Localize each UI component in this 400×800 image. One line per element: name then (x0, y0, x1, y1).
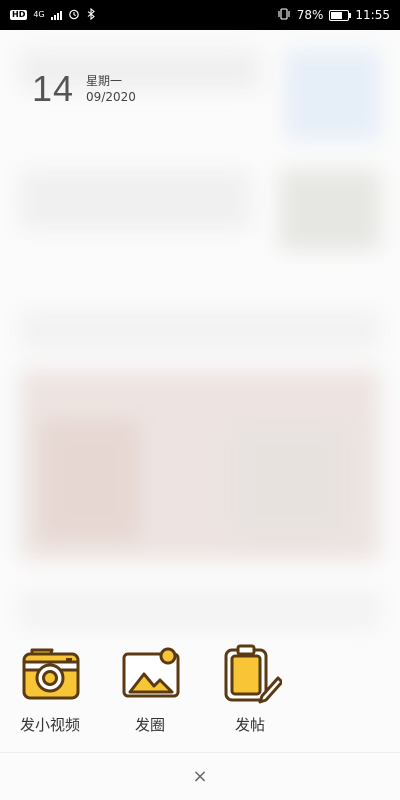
battery-fill (331, 11, 343, 19)
divider (0, 752, 400, 753)
camera-icon (10, 640, 90, 704)
blurred-thumbnail (285, 50, 380, 140)
bluetooth-icon (86, 7, 96, 23)
status-left: HD 4G (10, 7, 96, 23)
network-type: 4G (33, 10, 45, 19)
alarm-icon (68, 8, 80, 23)
blurred-text-row (20, 310, 380, 350)
date-display: 14 星期一 09/2020 (32, 68, 136, 110)
post-video-label: 发小视频 (19, 716, 80, 734)
blurred-image-detail (40, 420, 140, 540)
date-day: 14 (32, 68, 75, 109)
battery-percent: 78% (296, 8, 324, 22)
post-moment-button[interactable]: 发圈 (110, 640, 190, 735)
blurred-text-row (20, 590, 380, 630)
blurred-text-row (20, 170, 250, 230)
vibrate-icon (277, 7, 291, 23)
post-thread-button[interactable]: 发帖 (210, 640, 290, 735)
blurred-thumbnail (280, 170, 380, 250)
date-month-year: 09/2020 (86, 90, 136, 104)
status-bar: HD 4G 78% 11:55 (0, 0, 400, 30)
blurred-image-detail (230, 420, 350, 540)
close-button[interactable]: × (188, 764, 212, 788)
clipboard-pen-icon (210, 640, 290, 704)
publish-actions: 发小视频 发圈 发帖 (0, 640, 400, 750)
date-weekday: 星期一 (86, 74, 123, 88)
close-icon: × (192, 765, 208, 787)
signal-icon (50, 10, 62, 20)
post-video-button[interactable]: 发小视频 (10, 640, 90, 735)
post-moment-label: 发圈 (134, 716, 165, 734)
picture-icon (110, 640, 190, 704)
clock: 11:55 (355, 8, 390, 22)
battery-icon (329, 9, 352, 21)
status-right: 78% 11:55 (277, 7, 390, 23)
date-meta: 星期一 09/2020 (86, 73, 136, 105)
post-thread-label: 发帖 (234, 716, 265, 734)
hd-badge: HD (10, 10, 28, 20)
